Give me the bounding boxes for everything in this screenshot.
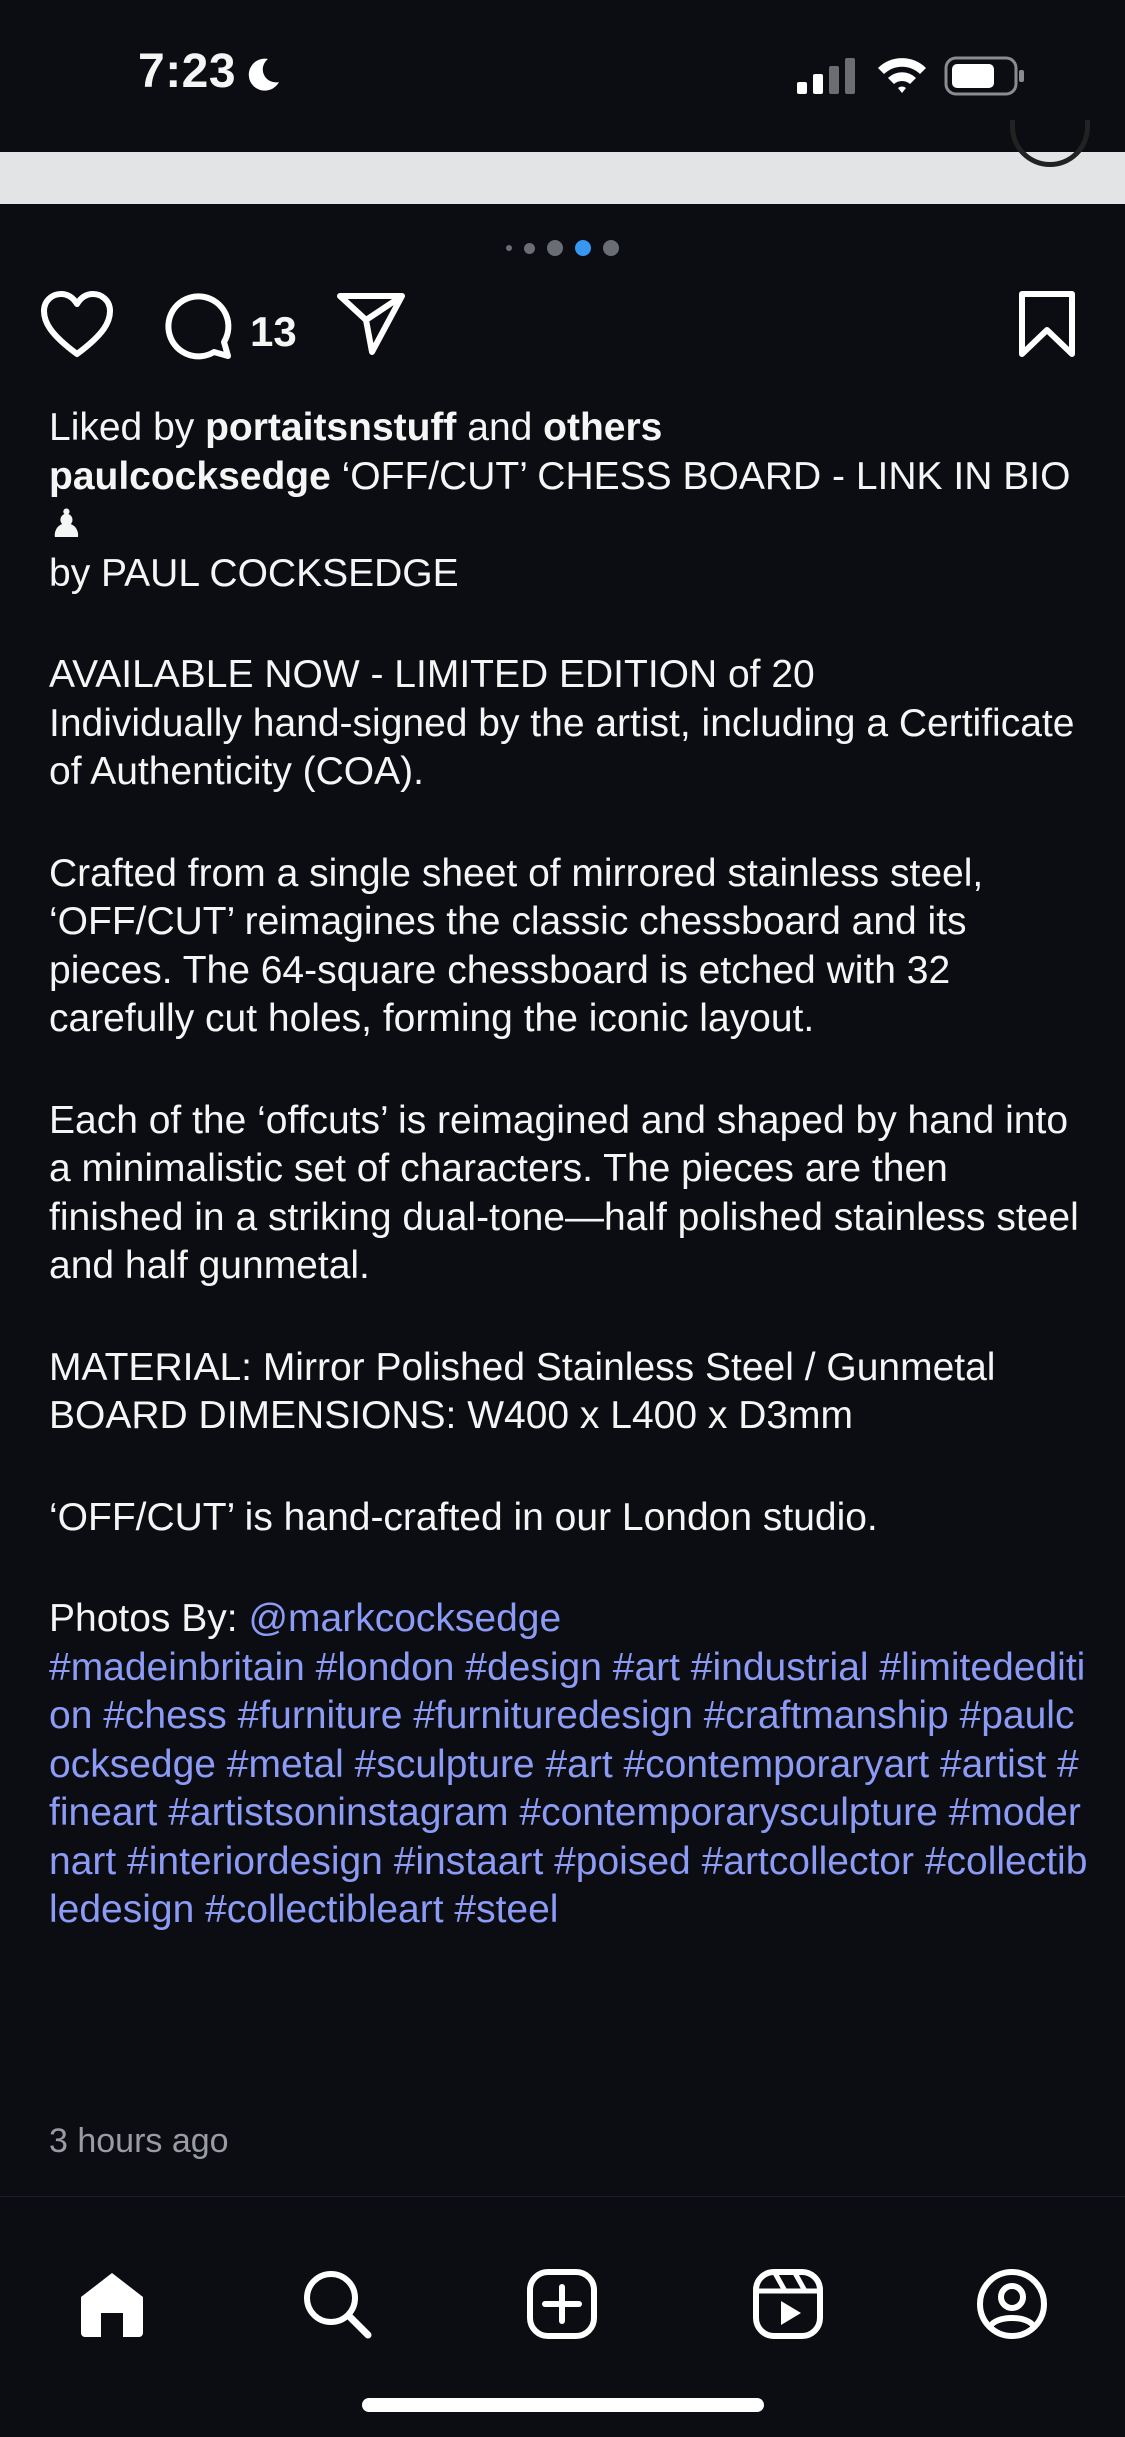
reels-icon[interactable] [751,2267,825,2341]
search-icon[interactable] [300,2267,374,2341]
liked-by-label: Liked by [49,406,206,449]
liked-by-line: Liked by portaitsnstuff and others [49,404,1089,453]
photos-by-label: Photos By: [49,1597,249,1640]
wifi-icon [878,58,926,93]
share-send-icon[interactable] [336,290,406,356]
hashtags[interactable]: #madeinbritain #london #design #art #ind… [49,1644,1089,1935]
carousel-dot [603,240,619,256]
caption-crafted: Crafted from a single sheet of mirrored … [49,851,984,1041]
moon-icon [248,58,279,91]
carousel-dot [524,242,535,254]
caption-offcuts: Each of the ‘offcuts’ is reimagined and … [49,1098,1079,1288]
caption-studio: ‘OFF/CUT’ is hand-crafted in our London … [49,1495,878,1539]
comment-icon[interactable] [162,290,234,362]
status-bar: 7:23 [0,0,1125,152]
carousel-dot [506,245,512,251]
post-caption: Liked by portaitsnstuff and others paulc… [49,404,1089,1935]
profile-icon[interactable] [975,2267,1049,2341]
caption-available: AVAILABLE NOW - LIMITED EDITION of 20 [49,653,815,696]
bookmark-save-icon[interactable] [1018,290,1076,358]
signal-icon [797,58,855,94]
create-post-icon[interactable] [525,2267,599,2341]
home-indicator[interactable] [362,2398,764,2412]
caption-byline: by PAUL COCKSEDGE [49,551,459,595]
post-actions: 13 [0,290,1125,370]
battery-icon [944,56,1024,96]
caption-author[interactable]: paulcocksedge [49,455,331,498]
liked-by-connector: and [456,406,544,449]
carousel-dot-active [575,240,591,256]
status-time: 7:23 [138,45,237,98]
photos-by-handle[interactable]: @markcocksedge [248,1597,561,1640]
comment-count[interactable]: 13 [250,308,297,356]
like-heart-icon[interactable] [40,290,114,360]
liked-by-others[interactable]: others [543,406,662,449]
post-image[interactable] [0,152,1125,204]
photos-by-line: Photos By: @markcocksedge [49,1595,1089,1644]
carousel-dot [547,240,563,256]
caption-material: MATERIAL: Mirror Polished Stainless Stee… [49,1345,996,1389]
post-timestamp: 3 hours ago [49,2122,229,2160]
caption-title: paulcocksedge ‘OFF/CUT’ CHESS BOARD - LI… [49,453,1089,550]
caption-dimensions: BOARD DIMENSIONS: W400 x L400 x D3mm [49,1394,854,1437]
liked-by-user[interactable]: portaitsnstuff [205,406,456,449]
carousel-indicator [0,238,1125,258]
home-icon[interactable] [75,2267,149,2341]
caption-signed: Individually hand-signed by the artist, … [49,701,1075,794]
